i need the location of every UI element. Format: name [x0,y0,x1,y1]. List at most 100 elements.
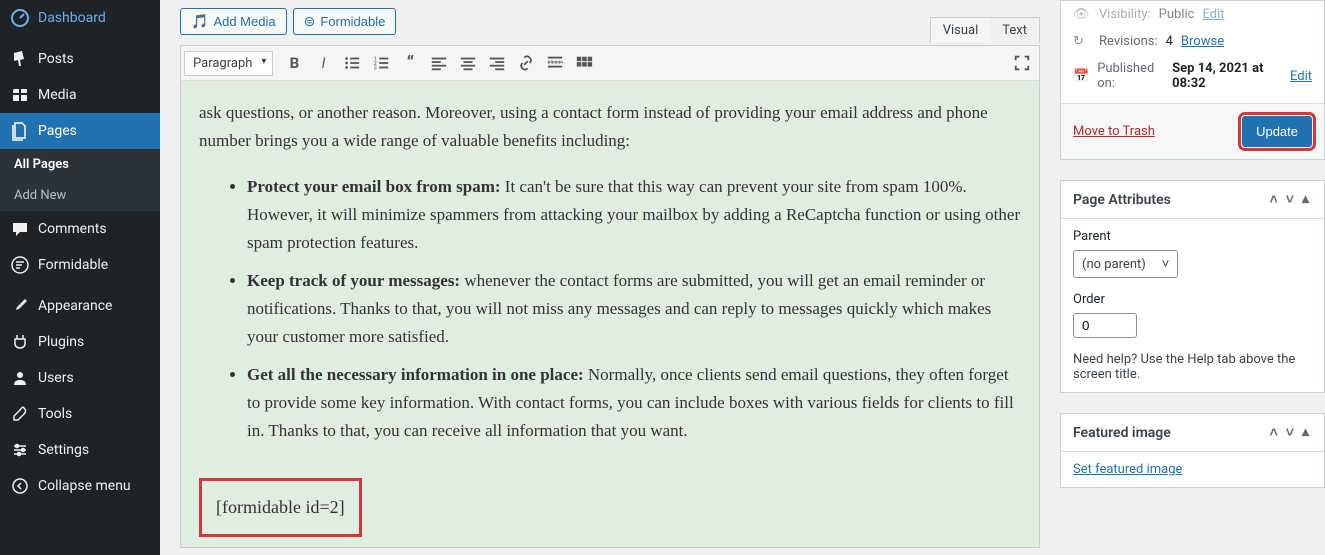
sidebar-item-label: Comments [38,221,107,237]
page-attributes-title: Page Attributes [1073,192,1171,208]
bullet-bold: Get all the necessary information in one… [247,365,584,384]
move-to-trash-link[interactable]: Move to Trash [1073,124,1155,139]
toolbar-toggle-tool[interactable] [570,49,598,77]
sidebar-item-formidable[interactable]: Formidable [0,247,160,283]
sidebar-item-collapse[interactable]: Collapse menu [0,468,160,504]
parent-select-value: (no parent) [1082,257,1146,272]
visibility-row: 👁 Visibility: Public Edit [1073,1,1312,28]
bullet-item: Get all the necessary information in one… [247,361,1021,445]
editor-content[interactable]: ask questions, or another reason. Moreov… [181,81,1039,547]
published-edit-link[interactable]: Edit [1290,69,1312,84]
revisions-browse-link[interactable]: Browse [1181,34,1224,49]
sidebar-item-users[interactable]: Users [0,360,160,396]
parent-label: Parent [1073,229,1312,244]
sidebar-item-pages[interactable]: Pages [0,113,160,149]
sidebar-item-label: Users [38,370,74,386]
metabox-move-down-icon[interactable]: ˅ [1283,424,1297,441]
plug-icon [10,332,30,352]
align-right-tool[interactable] [483,49,511,77]
formidable-button[interactable]: ⊜ Formidable [293,8,397,35]
formidable-icon [10,255,30,275]
visibility-label: Visibility: [1099,7,1151,22]
page-attr-help-text: Need help? Use the Help tab above the sc… [1073,352,1312,382]
sidebar-sub-addnew[interactable]: Add New [0,180,160,211]
sidebar-item-comments[interactable]: Comments [0,211,160,247]
formidable-label: Formidable [320,14,385,29]
align-left-tool[interactable] [425,49,453,77]
metabox-toggle-icon[interactable]: ▴ [1299,191,1312,208]
formidable-glyph-icon: ⊜ [304,13,316,30]
intro-paragraph: ask questions, or another reason. Moreov… [199,99,1021,155]
publish-metabox: 👁 Visibility: Public Edit ↻ Revisions: 4… [1060,0,1325,160]
sidebar-item-appearance[interactable]: Appearance [0,288,160,324]
editor-container: Visual Text Paragraph B I 123 “ [180,45,1040,548]
media-glyph-icon: 🎵 [191,13,208,30]
metabox-move-up-icon[interactable]: ˄ [1267,424,1281,441]
sidebar-item-label: Appearance [38,298,112,314]
wrench-icon [10,404,30,424]
add-media-label: Add Media [213,14,275,29]
parent-select[interactable]: (no parent) ˅ [1073,250,1178,278]
sidebar-item-dashboard[interactable]: Dashboard [0,0,160,36]
bullet-item: Protect your email box from spam: It can… [247,173,1021,257]
order-input[interactable] [1073,313,1137,338]
format-dropdown[interactable]: Paragraph [184,51,273,76]
calendar-icon: 📅 [1073,69,1089,84]
pin-icon [10,49,30,69]
align-center-tool[interactable] [454,49,482,77]
link-tool[interactable] [512,49,540,77]
sidebar-item-label: Tools [38,406,72,422]
user-icon [10,368,30,388]
bullet-item: Keep track of your messages: whenever th… [247,267,1021,351]
dashboard-icon [10,8,30,28]
sidebar-item-media[interactable]: Media [0,77,160,113]
bullet-list-tool[interactable] [338,49,366,77]
quote-tool[interactable]: “ [396,49,424,77]
sidebar-item-posts[interactable]: Posts [0,41,160,77]
sidebar-item-label: Collapse menu [38,478,131,494]
sidebar-item-label: Settings [38,442,89,458]
revisions-row: ↻ Revisions: 4 Browse [1073,28,1312,55]
add-media-button[interactable]: 🎵 Add Media [180,8,287,35]
media-icon [10,85,30,105]
sidebar-item-label: Dashboard [38,10,106,26]
metabox-move-down-icon[interactable]: ˅ [1283,191,1297,208]
tab-visual[interactable]: Visual [931,18,991,43]
featured-image-metabox: Featured image ˄ ˅ ▴ Set featured image [1060,413,1325,488]
sidebar-item-settings[interactable]: Settings [0,432,160,468]
order-label: Order [1073,292,1312,307]
bullet-bold: Keep track of your messages: [247,271,460,290]
media-buttons-row: 🎵 Add Media ⊜ Formidable [180,0,1040,45]
editor-toolbar: Paragraph B I 123 “ [181,46,1039,81]
featured-image-title: Featured image [1073,425,1171,441]
italic-tool[interactable]: I [309,49,337,77]
metabox-toggle-icon[interactable]: ▴ [1299,424,1312,441]
visibility-value: Public [1159,7,1195,22]
visibility-edit-link[interactable]: Edit [1202,7,1224,22]
sliders-icon [10,440,30,460]
pages-icon [10,121,30,141]
fullscreen-tool[interactable] [1008,49,1036,77]
metabox-move-up-icon[interactable]: ˄ [1267,191,1281,208]
sidebar-item-label: Pages [38,123,77,139]
published-row: 📅 Published on: Sep 14, 2021 at 08:32 Ed… [1073,55,1312,97]
ordered-list-tool[interactable]: 123 [367,49,395,77]
sidebar-item-label: Plugins [38,334,84,350]
chevron-down-icon: ˅ [1162,256,1170,272]
tab-text[interactable]: Text [990,18,1039,43]
sidebar-item-label: Formidable [38,257,108,273]
sidebar-item-plugins[interactable]: Plugins [0,324,160,360]
set-featured-image-link[interactable]: Set featured image [1073,462,1182,477]
sidebar-sub-allpages[interactable]: All Pages [0,149,160,180]
bullet-bold: Protect your email box from spam: [247,177,501,196]
update-button[interactable]: Update [1242,116,1312,147]
bold-tool[interactable]: B [280,49,308,77]
revisions-label: Revisions: [1099,34,1158,49]
readmore-tool[interactable] [541,49,569,77]
sidebar-submenu-pages: All Pages Add New [0,149,160,211]
sidebar-item-tools[interactable]: Tools [0,396,160,432]
collapse-icon [10,476,30,496]
svg-text:3: 3 [374,65,377,71]
comment-icon [10,219,30,239]
revisions-count: 4 [1166,34,1173,49]
